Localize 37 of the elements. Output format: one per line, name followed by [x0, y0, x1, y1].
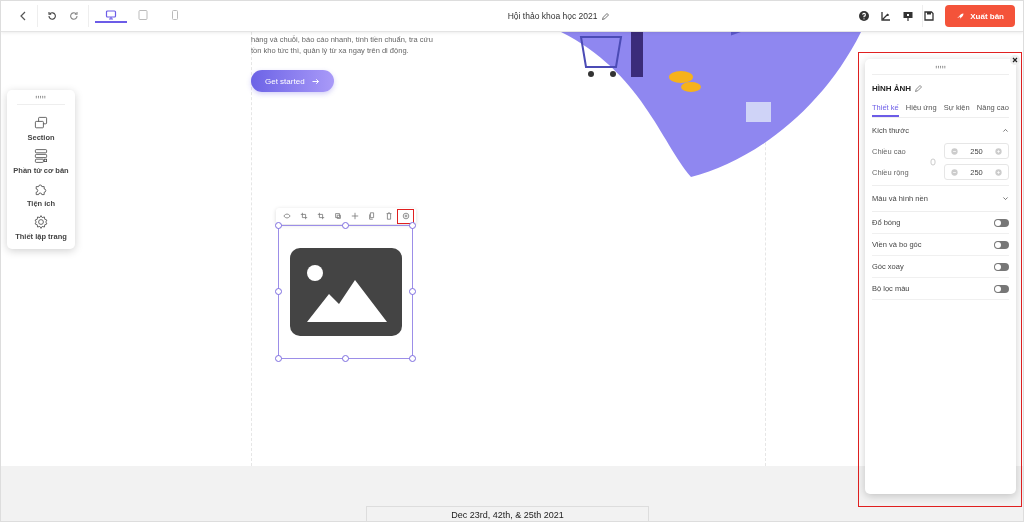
- chart-icon[interactable]: [880, 10, 893, 22]
- pencil-icon[interactable]: [600, 11, 610, 21]
- page-title: Hội thảo khoa học 2021: [507, 11, 598, 21]
- stacked-squares-icon: [33, 115, 49, 131]
- drag-handle-icon[interactable]: [934, 65, 947, 69]
- undo-icon[interactable]: [46, 10, 58, 22]
- chevron-icon[interactable]: [1002, 195, 1009, 202]
- phone-icon: [169, 9, 181, 21]
- image-placeholder-icon: [289, 248, 402, 336]
- close-icon[interactable]: [1010, 55, 1020, 65]
- toggle-switch[interactable]: [994, 284, 1009, 293]
- panel-title: HÌNH ẢNH: [872, 84, 912, 93]
- toggle-switch[interactable]: [994, 240, 1009, 249]
- rows-icon: [33, 148, 49, 164]
- minus-icon[interactable]: [951, 168, 958, 176]
- rocket-icon: [956, 11, 966, 21]
- save-icon[interactable]: [923, 10, 936, 22]
- help-icon[interactable]: [858, 10, 871, 22]
- redo-icon[interactable]: [68, 10, 80, 22]
- minus-icon[interactable]: [951, 147, 958, 155]
- settings-icon: [33, 214, 49, 230]
- get-started-button[interactable]: Get started: [251, 70, 334, 92]
- arrow-icon: [310, 76, 320, 86]
- toggle-switch[interactable]: [994, 262, 1009, 271]
- monitor-icon: [105, 9, 117, 21]
- plus-icon[interactable]: [995, 147, 1002, 155]
- settings-icon[interactable]: [397, 208, 414, 224]
- plus-icon[interactable]: [995, 168, 1002, 176]
- drag-handle-icon[interactable]: [35, 95, 47, 99]
- presentation-icon[interactable]: [902, 10, 915, 22]
- toggle-switch[interactable]: [994, 218, 1009, 227]
- chevron-icon[interactable]: [1002, 127, 1009, 134]
- desktop-view-tab[interactable]: [95, 9, 127, 23]
- date-text: Dec 23rd, 42th, & 25th 2021: [366, 506, 649, 521]
- pencil-icon[interactable]: [914, 84, 924, 93]
- tablet-icon: [137, 9, 149, 21]
- puzzle-icon: [33, 181, 49, 197]
